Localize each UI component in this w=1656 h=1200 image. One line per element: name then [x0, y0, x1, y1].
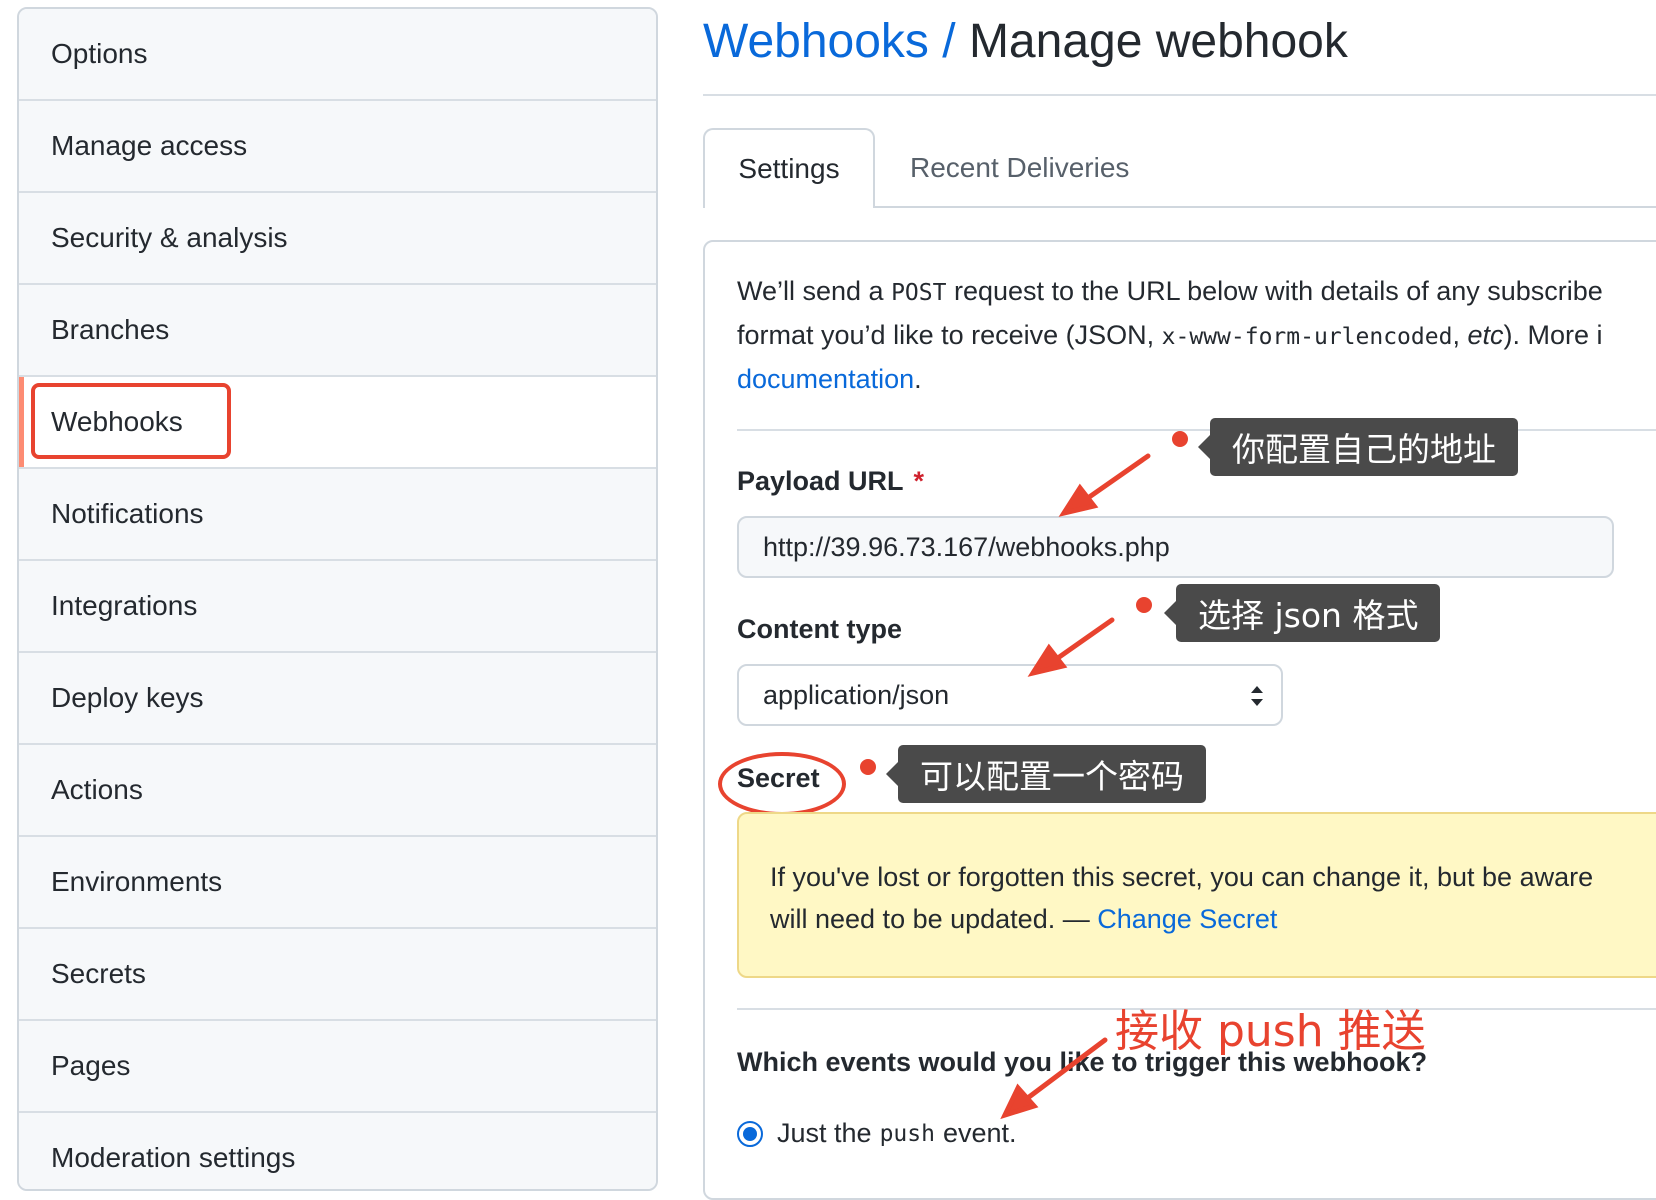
arrow-head-icon — [1027, 643, 1068, 677]
arrow-head-icon — [1058, 483, 1099, 517]
annotation-arrows — [1000, 453, 1151, 1120]
arrow-head-icon — [1000, 1083, 1039, 1120]
